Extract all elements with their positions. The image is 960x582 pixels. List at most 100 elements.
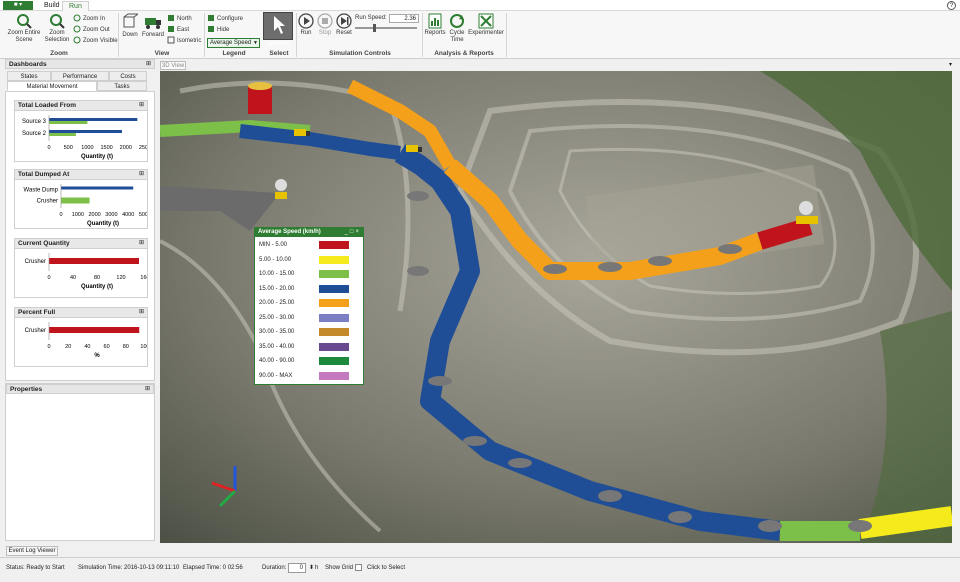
tab-states[interactable]: States — [7, 71, 51, 81]
chart-tick-label: 0 — [47, 275, 50, 281]
duration-unit: h — [315, 565, 319, 571]
zoom-out-label: Zoom Out — [83, 27, 110, 33]
view-isometric-label: Isometric — [177, 38, 202, 44]
chart-tick-label: 40 — [84, 344, 90, 350]
tab-material-movement[interactable]: Material Movement — [7, 81, 97, 91]
event-log-tab[interactable]: Event Log Viewer — [6, 546, 58, 556]
stop-icon — [317, 13, 333, 29]
zoom-in-button[interactable]: Zoom In — [73, 14, 105, 24]
select-individual-button[interactable] — [263, 12, 293, 40]
stop-button[interactable]: Stop — [317, 13, 333, 37]
chart-axis-title: Quantity (t) — [81, 154, 113, 160]
configure-icon — [208, 15, 214, 22]
view-east-label: East — [177, 27, 190, 33]
zoom-out-button[interactable]: Zoom Out — [73, 25, 110, 35]
reports-icon — [428, 13, 442, 29]
cycle-time-button[interactable]: Cycle Time — [447, 13, 467, 44]
click-to-select-label: Click to Select — [367, 565, 406, 571]
zoom-entire-icon — [17, 14, 32, 29]
speed-legend-label: 35.00 - 40.00 — [259, 343, 295, 350]
speed-legend-window[interactable]: Average Speed (km/h) _□× MIN - 5.00 5.00 -… — [254, 227, 364, 385]
ribbon: Zoom Entire Scene Zoom Selection Zoom In… — [0, 11, 960, 59]
total-loaded-title: Total Loaded From — [18, 102, 77, 109]
speed-legend-label: 20.00 - 25.00 — [259, 300, 295, 306]
view-isometric-button[interactable]: Isometric — [167, 36, 201, 46]
duration-label: Duration: — [262, 565, 287, 571]
play-icon — [298, 13, 314, 29]
chart-tick-label: 1000 — [72, 212, 84, 218]
reset-label: Reset — [336, 30, 352, 36]
view-north-label: North — [177, 16, 192, 22]
zoom-in-label: Zoom In — [83, 16, 106, 22]
chart-axis-title: Quantity (t) — [87, 221, 119, 227]
reset-button[interactable]: Reset — [336, 13, 352, 37]
legend-type-dropdown[interactable]: Average Speed ▼ — [207, 38, 260, 48]
legend-hide-button[interactable]: Hide — [207, 25, 229, 35]
speed-legend-header: Average Speed (km/h) _□× — [255, 228, 363, 237]
chart-axis-title: Quantity (t) — [81, 284, 113, 290]
duration-stepper-icon[interactable]: ⬍ — [309, 564, 314, 573]
view-forward-button[interactable]: Forward — [141, 13, 165, 39]
view-east-button[interactable]: East — [167, 25, 189, 35]
reports-label: Reports — [424, 30, 446, 36]
show-grid-checkbox[interactable] — [355, 564, 362, 571]
truck-icon — [145, 18, 161, 29]
view-down-button[interactable]: Down — [121, 13, 139, 39]
ribbon-separator — [118, 13, 119, 57]
experimenter-button[interactable]: Experimenter — [468, 13, 504, 37]
zoom-entire-scene-button[interactable]: Zoom Entire Scene — [6, 13, 42, 44]
legend-configure-button[interactable]: Configure — [207, 14, 243, 24]
reset-icon — [336, 13, 352, 29]
app-menu-button[interactable]: ■ ▾ — [3, 1, 33, 10]
tab-3d-view[interactable]: 3D View — [160, 61, 186, 70]
duration-input[interactable]: 0 — [288, 563, 306, 573]
tab-tasks[interactable]: Tasks — [97, 81, 147, 91]
speed-legend-swatch — [319, 328, 349, 336]
run-speed-input[interactable]: 2.36 — [389, 14, 419, 23]
truck[interactable] — [275, 179, 287, 199]
pin-icon[interactable]: ⊞ — [139, 308, 144, 317]
legend-group-label: Legend — [222, 50, 246, 57]
zoom-group-label: Zoom — [50, 50, 68, 57]
pin-icon[interactable]: ⊞ — [139, 239, 144, 248]
chart-row-label: Crusher — [37, 199, 58, 205]
chart-tick-label: 20 — [65, 344, 71, 350]
total-dumped-chart: Waste Dump Crusher 0 1000 2000 3000 4000 5000 Qu… — [24, 184, 147, 227]
tab-run[interactable]: Run — [62, 1, 89, 11]
speed-legend-swatch — [319, 342, 349, 351]
chart-tick-label: 80 — [123, 344, 129, 350]
zoom-visible-button[interactable]: Zoom Visible — [73, 36, 118, 46]
tab-performance[interactable]: Performance — [51, 71, 109, 81]
chart-tick-label: 80 — [94, 275, 100, 281]
chart-bar-blue — [61, 186, 134, 190]
pin-icon[interactable]: ⊞ — [139, 170, 144, 179]
select-individual-label: Individual — [266, 41, 290, 47]
chart-row-label: Crusher — [25, 328, 46, 334]
chart-tick-label: 120 — [116, 275, 125, 281]
cube-icon — [123, 13, 138, 28]
properties-panel: Properties ⊞ — [5, 383, 155, 541]
zoom-selection-button[interactable]: Zoom Selection — [43, 13, 71, 44]
dashboards-title: Dashboards — [9, 61, 47, 68]
chart-tick-label: 0 — [59, 212, 62, 218]
current-quantity-title: Current Quantity — [18, 240, 70, 247]
crusher-structure — [248, 82, 272, 114]
properties-header: Properties ⊞ — [6, 384, 154, 394]
stop-label: Stop — [318, 30, 332, 36]
run-button[interactable]: Run — [298, 13, 314, 37]
run-speed-slider[interactable] — [355, 24, 417, 32]
run-speed-slider-thumb[interactable] — [373, 24, 376, 32]
pin-icon[interactable]: ⊞ — [146, 60, 151, 69]
pin-icon[interactable]: ⊞ — [139, 101, 144, 110]
zoom-selection-icon — [50, 14, 65, 29]
view-north-button[interactable]: North — [167, 14, 192, 24]
pin-icon[interactable]: ⊞ — [145, 385, 150, 394]
help-icon[interactable]: ? — [947, 1, 956, 10]
view-options-icon[interactable]: ▾ — [949, 61, 952, 68]
speed-legend-swatch — [319, 284, 349, 293]
chart-tick-label: 100 — [140, 344, 147, 350]
window-controls-icon[interactable]: _□× — [345, 228, 361, 237]
chart-tick-label: 5000 — [139, 212, 147, 218]
reports-button[interactable]: Reports — [424, 13, 446, 37]
tab-costs[interactable]: Costs — [109, 71, 147, 81]
